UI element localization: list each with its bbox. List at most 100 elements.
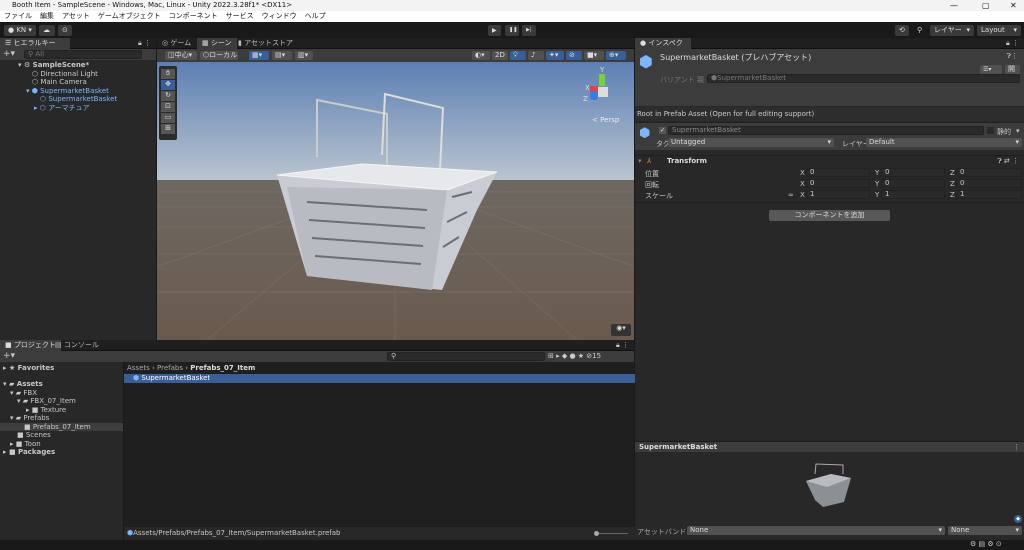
account-button[interactable]: ● KN ▾ [4, 25, 36, 36]
link-icon[interactable]: ∞ [788, 191, 794, 199]
tree-item[interactable]: ▸ ■ Texture [26, 406, 66, 415]
rotation-x-field[interactable]: 0 [806, 179, 870, 188]
tree-item[interactable]: ▸ ■ Packages [3, 448, 55, 457]
create-button[interactable]: +▾ [3, 351, 15, 361]
scale-z-field[interactable]: 1 [956, 190, 1022, 199]
layout-dropdown[interactable]: Layout ▾ [977, 25, 1021, 36]
breadcrumb-current[interactable]: Prefabs_07_Item [190, 364, 255, 372]
breadcrumb-assets[interactable]: Assets [127, 364, 150, 372]
snap-increment-button[interactable]: ▤▾ [272, 51, 292, 60]
asset-bundle-dropdown[interactable]: None ▾ [687, 526, 945, 535]
active-checkbox[interactable]: ✓ [659, 127, 666, 134]
hierarchy-item[interactable]: ⬡ Main Camera [32, 78, 87, 87]
menu-help[interactable]: ヘルプ [305, 11, 326, 22]
cloud-icon[interactable]: ☁ [39, 25, 55, 36]
tab-scene[interactable]: ▦ シーン [197, 38, 237, 49]
asset-item[interactable]: ⬢ SupermarketBasket [124, 374, 635, 383]
status-icons[interactable]: ⚙ ▤ ⚙ ⊙ [970, 540, 1002, 548]
search-icon[interactable]: ⚲ [913, 25, 927, 36]
hierarchy-search-input[interactable]: ⚲ All [24, 50, 142, 59]
add-button[interactable]: +▾ [3, 49, 15, 59]
menu-gameobject[interactable]: ゲームオブジェクト [98, 11, 161, 22]
tree-item[interactable]: ▸ ★ Favorites [3, 364, 54, 373]
name-field[interactable]: SupermarketBasket [668, 126, 984, 135]
label-tag-icon[interactable]: ◆ [1014, 515, 1022, 523]
hand-tool-icon[interactable]: ✋︎ [161, 69, 175, 79]
breadcrumb-prefabs[interactable]: Prefabs [157, 364, 183, 372]
lock-icon[interactable]: 🔒︎ ⋮ [616, 341, 629, 350]
layer-dropdown[interactable]: Default ▾ [866, 138, 1022, 147]
tree-item[interactable]: ■ Scenes [17, 431, 51, 440]
tree-item[interactable]: ▸ ■ Toon [10, 440, 41, 449]
scale-y-field[interactable]: 1 [881, 190, 945, 199]
position-y-field[interactable]: 0 [881, 168, 945, 177]
2d-toggle[interactable]: 2D [492, 51, 508, 60]
add-component-button[interactable]: コンポーネントを追加 [769, 210, 890, 221]
step-button[interactable]: ▶| [522, 25, 536, 36]
tree-item[interactable]: ▾ ▰ Assets [3, 380, 43, 389]
asset-bundle-variant-dropdown[interactable]: None ▾ [948, 526, 1022, 535]
preview-header[interactable]: SupermarketBasket ⋮ [635, 441, 1024, 452]
lighting-toggle-icon[interactable]: 💡︎ [510, 51, 526, 60]
maximize-button[interactable]: ▢ [982, 0, 990, 11]
tab-hierarchy[interactable]: ☰ ヒエラルキー [0, 38, 70, 49]
prefab-menu-dropdown[interactable]: ☰▾ [980, 65, 1002, 74]
tab-game[interactable]: ◎ ゲーム [157, 38, 196, 49]
grid-snap-button[interactable]: ▦▾ [249, 51, 269, 60]
scale-tool-icon[interactable]: ⊡ [161, 102, 175, 112]
play-button[interactable]: ▶ [488, 25, 501, 36]
hierarchy-item[interactable]: ⬡ SupermarketBasket [40, 95, 117, 104]
position-z-field[interactable]: 0 [956, 168, 1022, 177]
tree-item-selected[interactable]: ■ Prefabs_07_Item [0, 422, 123, 431]
menu-assets[interactable]: アセット [62, 11, 90, 22]
tree-item[interactable]: ▾ ▰ FBX [10, 389, 37, 398]
open-prefab-button[interactable]: 開く [1005, 65, 1020, 82]
menu-window[interactable]: ウィンドウ [262, 11, 297, 22]
gizmos-dropdown[interactable]: ⊕▾ [606, 51, 626, 60]
tree-item[interactable]: ▾ ▰ FBX_07_Item [17, 397, 76, 406]
menu-services[interactable]: サービス [226, 11, 254, 22]
orientation-gizmo[interactable]: Y X Z < Persp [582, 66, 622, 126]
foldout-arrow-icon[interactable]: ▾ [638, 157, 642, 165]
transform-header[interactable]: ▾ ⅄ Transform ❓︎ ⇄ ⋮ [635, 155, 1024, 166]
tree-item[interactable]: ▾ ▰ Prefabs [10, 414, 49, 423]
move-tool-icon[interactable]: ✥ [161, 80, 175, 90]
rotation-y-field[interactable]: 0 [881, 179, 945, 188]
menu-component[interactable]: コンポーネント [169, 11, 218, 22]
project-search-input[interactable]: ⚲ [387, 352, 545, 361]
static-dropdown-icon[interactable]: ▾ [1016, 127, 1020, 135]
icon-size-slider[interactable] [594, 531, 628, 536]
pivot-dropdown[interactable]: ◫中心▾ [165, 51, 197, 60]
camera-dropdown[interactable]: ■▾ [584, 51, 604, 60]
help-icon[interactable]: ❓︎⋮ [1007, 52, 1018, 61]
layers-dropdown[interactable]: レイヤー ▾ [930, 25, 974, 36]
audio-toggle-icon[interactable]: ♪ [528, 51, 544, 60]
tag-dropdown[interactable]: Untagged ▾ [668, 138, 834, 147]
component-menu-icons[interactable]: ❓︎ ⇄ ⋮ [997, 157, 1019, 166]
static-checkbox[interactable] [987, 127, 994, 134]
more-icon[interactable]: ⋮ [1013, 443, 1020, 451]
hierarchy-item[interactable]: ▸ ⬡ アーマチュア [34, 104, 90, 113]
scale-x-field[interactable]: 1 [806, 190, 870, 199]
collab-icon[interactable]: ⊙ [58, 25, 72, 36]
perspective-label[interactable]: < Persp [592, 116, 619, 124]
effects-dropdown[interactable]: ✦▾ [546, 51, 564, 60]
tool-settings-button[interactable]: ▥▾ [295, 51, 313, 60]
pause-button[interactable]: ❚❚ [505, 25, 519, 36]
scene-viewport[interactable]: ✋︎ ✥ ↻ ⊡ ▭ ⊞ Y X Z < Persp ◉▾ [157, 62, 634, 340]
close-button[interactable]: ✕ [1010, 0, 1017, 11]
tab-console[interactable]: ▤ コンソール [50, 340, 104, 351]
filter-icons[interactable]: ⊞ ▸ ◆ ● ★ ⊘15 [548, 352, 601, 360]
tab-inspector[interactable]: ● インスペクター [635, 38, 691, 58]
hierarchy-item[interactable]: ⬡ Directional Light [32, 70, 98, 79]
lock-icon[interactable]: 🔒︎ ⋮ [138, 39, 151, 48]
hierarchy-item[interactable]: ▾ ⚙ SampleScene* [18, 61, 89, 70]
lock-icon[interactable]: 🔒︎ ⋮ [1006, 39, 1019, 48]
minimize-button[interactable]: — [950, 0, 958, 11]
position-x-field[interactable]: 0 [806, 168, 870, 177]
camera-overlay-button[interactable]: ◉▾ [611, 324, 631, 336]
hierarchy-item[interactable]: ▾ ⬢ SupermarketBasket [26, 87, 109, 96]
transform-tool-icon[interactable]: ⊞ [161, 124, 175, 134]
rotation-z-field[interactable]: 0 [956, 179, 1022, 188]
menu-file[interactable]: ファイル [4, 11, 32, 22]
